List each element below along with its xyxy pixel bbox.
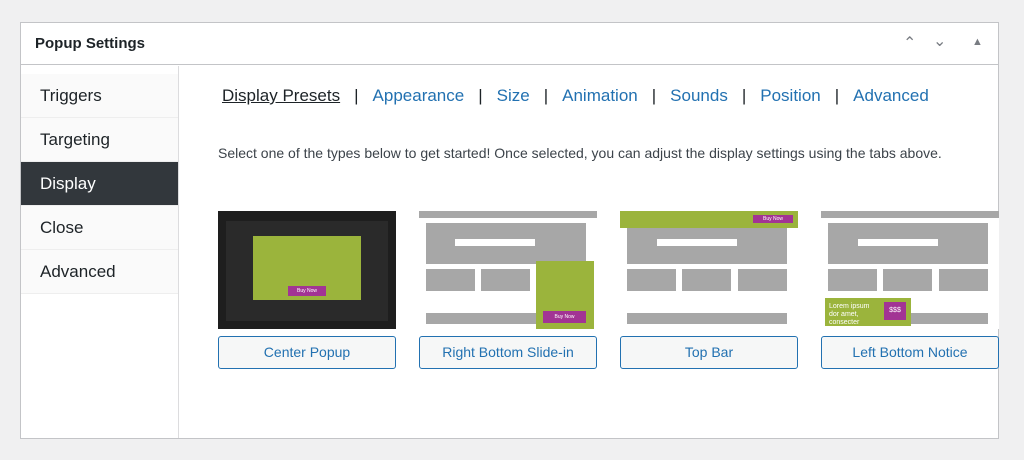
chevron-up-icon[interactable]: ⌃: [903, 33, 916, 53]
tab-separator: |: [741, 86, 747, 105]
tab-bar: Display Presets | Appearance | Size | Anima…: [222, 86, 929, 106]
tab-separator: |: [543, 86, 549, 105]
tab-size[interactable]: Size: [497, 86, 530, 106]
thumb-buy-button: Buy Now: [288, 286, 326, 296]
right-bottom-slide-in-button[interactable]: Right Bottom Slide-in: [419, 336, 597, 369]
preset-top-bar[interactable]: Buy Now Top Bar: [620, 211, 798, 369]
panel-title: Popup Settings: [35, 35, 145, 52]
main-content: Display Presets | Appearance | Size | Anima…: [199, 66, 999, 438]
tab-animation[interactable]: Animation: [562, 86, 638, 106]
triangle-up-icon[interactable]: ▲: [972, 36, 983, 48]
thumb-buy-button: Buy Now: [543, 311, 586, 323]
sidebar-item-advanced[interactable]: Advanced: [21, 250, 178, 294]
preset-left-bottom-notice[interactable]: Lorem ipsum dor amet, consecter $$$ Left…: [821, 211, 999, 369]
thumb-top-bar: Buy Now: [620, 211, 798, 228]
tab-separator: |: [478, 86, 483, 105]
slide-in-thumbnail[interactable]: Buy Now: [419, 211, 597, 329]
center-popup-button[interactable]: Center Popup: [218, 336, 396, 369]
sidebar: Triggers Targeting Display Close Advance…: [21, 66, 179, 438]
description: Select one of the types below to get sta…: [218, 145, 942, 161]
preset-right-bottom-slide-in[interactable]: Buy Now Right Bottom Slide-in: [419, 211, 597, 369]
top-bar-button[interactable]: Top Bar: [620, 336, 798, 369]
sidebar-item-close[interactable]: Close: [21, 206, 178, 250]
popup-settings-panel: Popup Settings ⌃ ⌄ ▲ Triggers Targeting …: [20, 22, 999, 439]
chevron-down-icon[interactable]: ⌄: [933, 31, 946, 51]
top-bar-thumbnail[interactable]: Buy Now: [620, 211, 798, 329]
tab-sounds[interactable]: Sounds: [670, 86, 728, 106]
notice-thumbnail[interactable]: Lorem ipsum dor amet, consecter $$$: [821, 211, 999, 329]
preset-center-popup[interactable]: Buy Now Center Popup: [218, 211, 396, 369]
tab-position[interactable]: Position: [760, 86, 820, 106]
thumb-notice-text: Lorem ipsum dor amet, consecter: [829, 303, 870, 326]
thumb-popup: Buy Now: [253, 236, 361, 300]
thumb-price-button: $$$: [884, 302, 906, 320]
tab-advanced[interactable]: Advanced: [853, 86, 929, 106]
tab-separator: |: [354, 86, 359, 105]
thumb-notice: Lorem ipsum dor amet, consecter $$$: [825, 298, 911, 326]
left-bottom-notice-button[interactable]: Left Bottom Notice: [821, 336, 999, 369]
thumb-slide-in: Buy Now: [536, 261, 594, 329]
sidebar-item-targeting[interactable]: Targeting: [21, 118, 178, 162]
thumb-buy-button: Buy Now: [753, 215, 793, 223]
tab-display-presets[interactable]: Display Presets: [222, 86, 340, 106]
tab-appearance[interactable]: Appearance: [373, 86, 465, 106]
tab-separator: |: [651, 86, 657, 105]
tab-separator: |: [834, 86, 840, 105]
panel-header: Popup Settings ⌃ ⌄ ▲: [21, 23, 998, 65]
center-popup-thumbnail[interactable]: Buy Now: [218, 211, 396, 329]
sidebar-item-display[interactable]: Display: [21, 162, 178, 206]
sidebar-item-triggers[interactable]: Triggers: [21, 74, 178, 118]
